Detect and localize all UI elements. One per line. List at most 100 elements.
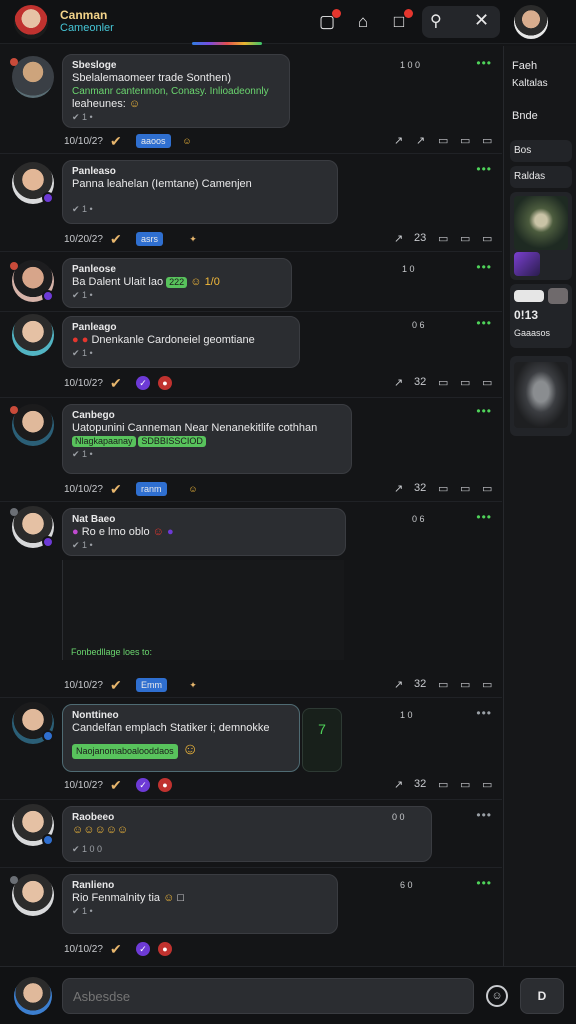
like-icon[interactable]: ✔ (110, 941, 122, 958)
author-name: Panleaso (72, 166, 116, 177)
close-icon[interactable]: ✕ (474, 10, 489, 31)
panel-item[interactable]: Bos (510, 140, 572, 162)
heart-reaction-icon[interactable]: ✓ (136, 778, 150, 792)
heart-reaction-icon[interactable]: ✓ (136, 942, 150, 956)
more-options-icon[interactable]: ••• (476, 706, 492, 720)
share-icon[interactable]: ↗ (394, 134, 403, 147)
like-icon[interactable]: ✔ (110, 777, 122, 794)
reaction-icon[interactable]: ✦ (186, 232, 200, 246)
media-embed[interactable]: Fonbedllage loes to: (62, 560, 344, 660)
media-thumbnail[interactable] (514, 196, 568, 250)
side-card[interactable]: 7 (302, 708, 342, 772)
comment-icon[interactable]: ▭ (438, 678, 448, 691)
search-icon[interactable]: ⚲ (430, 11, 442, 31)
reaction-icon[interactable]: ☺ (180, 134, 194, 148)
more-options-icon[interactable]: ••• (476, 808, 492, 822)
search-box[interactable]: ⚲ ✕ (422, 6, 500, 38)
options-icon[interactable]: ▭ (482, 482, 492, 495)
more-options-icon[interactable]: ••• (476, 876, 492, 890)
emoji-icon[interactable]: ☺ (486, 985, 508, 1007)
save-icon[interactable]: ▭ (460, 778, 470, 791)
like-icon[interactable]: ✔ (110, 677, 122, 694)
notification-icon[interactable]: ▢ (316, 9, 341, 33)
fire-reaction-icon[interactable]: ● (158, 942, 172, 956)
save-icon[interactable]: ▭ (460, 134, 470, 147)
share-icon[interactable]: ↗ (394, 376, 403, 389)
like-icon[interactable]: ✔ (110, 481, 122, 498)
bookmark-icon[interactable]: □ (388, 9, 413, 33)
inline-chip-2[interactable]: SDBBISSCIOD (138, 436, 206, 447)
repost-count[interactable]: 32 (414, 482, 426, 494)
more-options-icon[interactable]: ••• (476, 260, 492, 274)
tag-label[interactable]: asrs (136, 232, 164, 246)
home-icon[interactable]: ⌂ (352, 11, 374, 33)
save-icon[interactable]: ▭ (460, 376, 470, 389)
avatar[interactable] (12, 56, 54, 98)
heart-reaction-icon[interactable]: ✓ (136, 376, 150, 390)
media-thumbnail[interactable] (514, 362, 568, 428)
composer-avatar[interactable] (14, 977, 52, 1015)
fire-reaction-icon[interactable]: ● (158, 778, 172, 792)
save-icon[interactable]: ▭ (460, 232, 470, 245)
like-icon[interactable]: ✔ (110, 133, 122, 150)
comment-icon[interactable]: ▭ (438, 778, 448, 791)
fire-reaction-icon[interactable]: ● (158, 376, 172, 390)
media-thumbnail-small[interactable] (514, 252, 540, 276)
avatar[interactable] (12, 404, 54, 446)
inline-chip[interactable]: Nlagkapaanay (72, 436, 136, 447)
media-card[interactable] (510, 192, 572, 280)
message-feed[interactable]: Sbesloge Sbelalemaomeer trade Sonthen) C… (0, 46, 502, 966)
options-icon[interactable]: ▭ (482, 134, 492, 147)
tag-label[interactable]: aaoos (136, 134, 171, 148)
options-icon[interactable]: ▭ (482, 232, 492, 245)
comment-icon[interactable]: ▭ (438, 134, 448, 147)
profile-avatar[interactable] (514, 5, 548, 39)
notification-badge (332, 9, 341, 18)
media-card[interactable] (510, 356, 572, 436)
message-link[interactable]: Canmanr cantenmon, Conasy. Inlioadeonnly (72, 85, 280, 98)
repost-count[interactable]: 32 (414, 376, 426, 388)
share-icon[interactable]: ↗ (394, 778, 403, 791)
repost-count[interactable]: 23 (414, 232, 426, 244)
repost-count[interactable]: 32 (414, 678, 426, 690)
reply-counter: 1 0 (400, 710, 413, 720)
author-name: Raobeeo (72, 812, 115, 823)
options-icon[interactable]: ▭ (482, 376, 492, 389)
share-icon[interactable]: ↗ (394, 678, 403, 691)
mini-avatar[interactable] (548, 288, 568, 304)
stat-card[interactable]: 0!13 Gaaasos (510, 284, 572, 348)
more-options-icon[interactable]: ••• (476, 56, 492, 70)
avatar[interactable] (12, 874, 54, 916)
repost-icon[interactable]: ↗ (416, 134, 425, 147)
top-bar: Canman Cameonler ▢ ⌂ □ ⚲ ✕ (0, 0, 576, 45)
more-options-icon[interactable]: ••• (476, 510, 492, 524)
message-input[interactable] (62, 978, 474, 1014)
channel-avatar[interactable] (14, 5, 48, 39)
more-options-icon[interactable]: ••• (476, 316, 492, 330)
more-options-icon[interactable]: ••• (476, 404, 492, 418)
comment-icon[interactable]: ▭ (438, 232, 448, 245)
more-options-icon[interactable]: ••• (476, 162, 492, 176)
channel-subtitle: Cameonler (60, 22, 114, 34)
tag-label[interactable]: ranm (136, 482, 167, 496)
options-icon[interactable]: ▭ (482, 778, 492, 791)
tag-label[interactable]: Emm (136, 678, 167, 692)
reaction-icon[interactable]: ☺ (186, 482, 200, 496)
like-icon[interactable]: ✔ (110, 231, 122, 248)
comment-icon[interactable]: ▭ (438, 482, 448, 495)
save-icon[interactable]: ▭ (460, 678, 470, 691)
repost-count[interactable]: 32 (414, 778, 426, 790)
save-icon[interactable]: ▭ (460, 482, 470, 495)
send-button[interactable]: D (520, 978, 564, 1014)
share-icon[interactable]: ↗ (394, 482, 403, 495)
inline-chip[interactable]: Naojanomaboalooddaos (72, 744, 178, 759)
options-icon[interactable]: ▭ (482, 678, 492, 691)
panel-item[interactable]: Raldas (510, 166, 572, 188)
avatar[interactable] (12, 314, 54, 356)
message-meta: ✔ 1 • (72, 204, 93, 214)
comment-icon[interactable]: ▭ (438, 376, 448, 389)
reaction-icon[interactable]: ✦ (186, 678, 200, 692)
inline-chip[interactable]: 222 (166, 277, 188, 288)
share-icon[interactable]: ↗ (394, 232, 403, 245)
like-icon[interactable]: ✔ (110, 375, 122, 392)
